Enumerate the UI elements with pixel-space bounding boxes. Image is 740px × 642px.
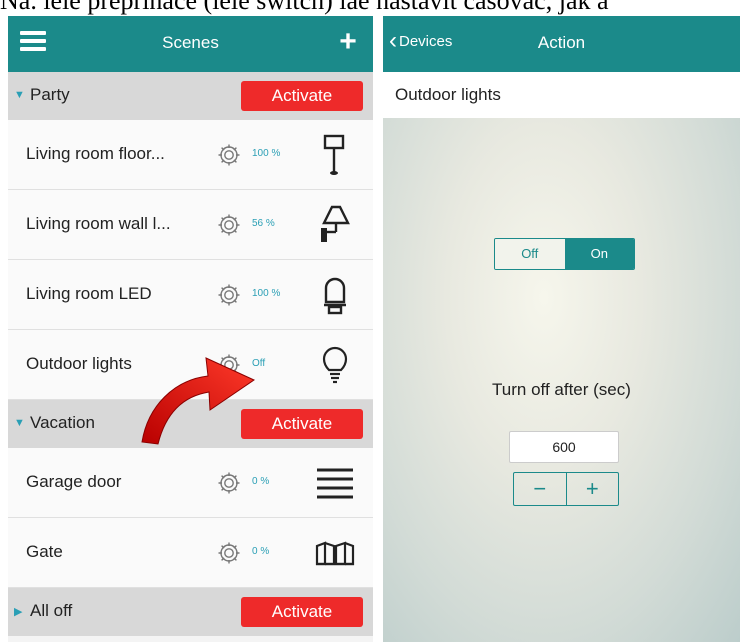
device-value: 0 % [252,476,270,487]
gate-icon [315,541,355,566]
device-value: 0 % [252,546,270,557]
expand-right-icon: ▶ [14,606,23,618]
led-bulb-icon [324,277,346,315]
gear-icon[interactable] [216,142,242,168]
device-label: Living room wall l... [26,214,171,233]
on-off-toggle[interactable]: Off On [494,238,635,270]
scenes-topbar: Scenes + [8,16,373,72]
floor-lamp-icon [323,134,345,175]
timer-stepper[interactable]: − + [513,472,619,506]
device-row[interactable]: Living room floor... 100 % [8,120,373,190]
scene-name: Vacation [30,413,95,432]
device-label: Outdoor lights [26,354,132,373]
timer-input[interactable]: 600 [509,431,619,463]
gear-icon[interactable] [216,540,242,566]
timer-label: Turn off after (sec) [492,380,631,399]
device-value: 100 % [252,148,281,159]
device-label: Garage door [26,472,122,491]
scenes-panel: Scenes + ▼ Party Activate Living room fl… [8,16,373,642]
scene-name: All off [30,601,73,620]
toggle-on-option[interactable]: On [564,239,634,269]
gear-icon[interactable] [216,470,242,496]
expand-down-icon: ▼ [14,89,25,101]
page-title: Action [537,33,586,52]
scene-header-all-off[interactable]: ▶ All off Activate [8,588,373,636]
page-caption: Na. ieie preprinace (ieie switch) iae na… [0,0,609,15]
activate-button[interactable]: Activate [241,409,363,439]
garage-door-icon [317,468,353,499]
device-value: 56 % [252,218,275,229]
scene-name: Party [30,85,70,104]
scene-header-party[interactable]: ▼ Party Activate [8,72,373,120]
increment-button[interactable]: + [567,473,619,505]
toggle-off-option[interactable]: Off [495,239,565,269]
gear-icon[interactable] [216,352,242,378]
device-row[interactable]: Garage door 0 % [8,448,373,518]
device-label: Living room floor... [26,144,165,163]
scene-header-vacation[interactable]: ▼ Vacation Activate [8,400,373,448]
device-value: Off [252,358,266,369]
device-row[interactable]: Gate 0 % [8,518,373,588]
add-scene-button[interactable]: + [335,27,361,57]
device-label: Gate [26,542,63,561]
wall-lamp-icon [321,205,350,242]
gear-icon[interactable] [216,282,242,308]
device-row[interactable]: Living room wall l... 56 % [8,190,373,260]
activate-button[interactable]: Activate [241,81,363,111]
page-title: Scenes [162,33,219,52]
expand-down-icon: ▼ [14,417,25,429]
device-value: 100 % [252,288,281,299]
device-row[interactable]: Living room LED 100 % [8,260,373,330]
decrement-button[interactable]: − [514,473,567,505]
gear-icon[interactable] [216,212,242,238]
device-name: Outdoor lights [383,72,740,118]
action-panel: ‹ Devices Action Outdoor lights Off On T… [383,16,740,642]
light-bulb-icon [322,346,348,384]
device-row[interactable]: Outdoor lights Off [8,330,373,400]
device-label: Living room LED [26,284,152,303]
action-topbar: ‹ Devices Action [383,16,740,72]
activate-button[interactable]: Activate [241,597,363,627]
